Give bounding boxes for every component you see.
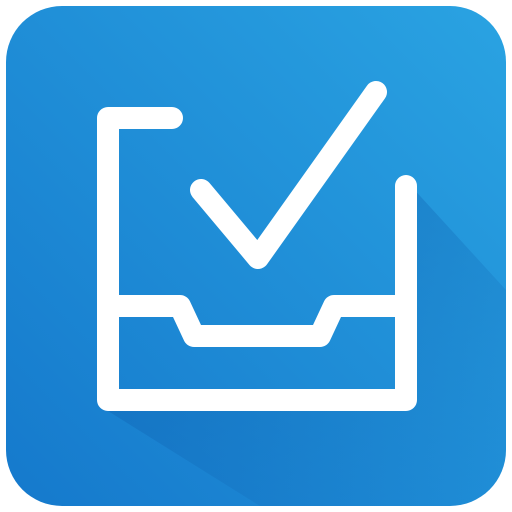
app-icon-graphic <box>6 6 506 506</box>
app-icon[interactable] <box>0 0 512 512</box>
